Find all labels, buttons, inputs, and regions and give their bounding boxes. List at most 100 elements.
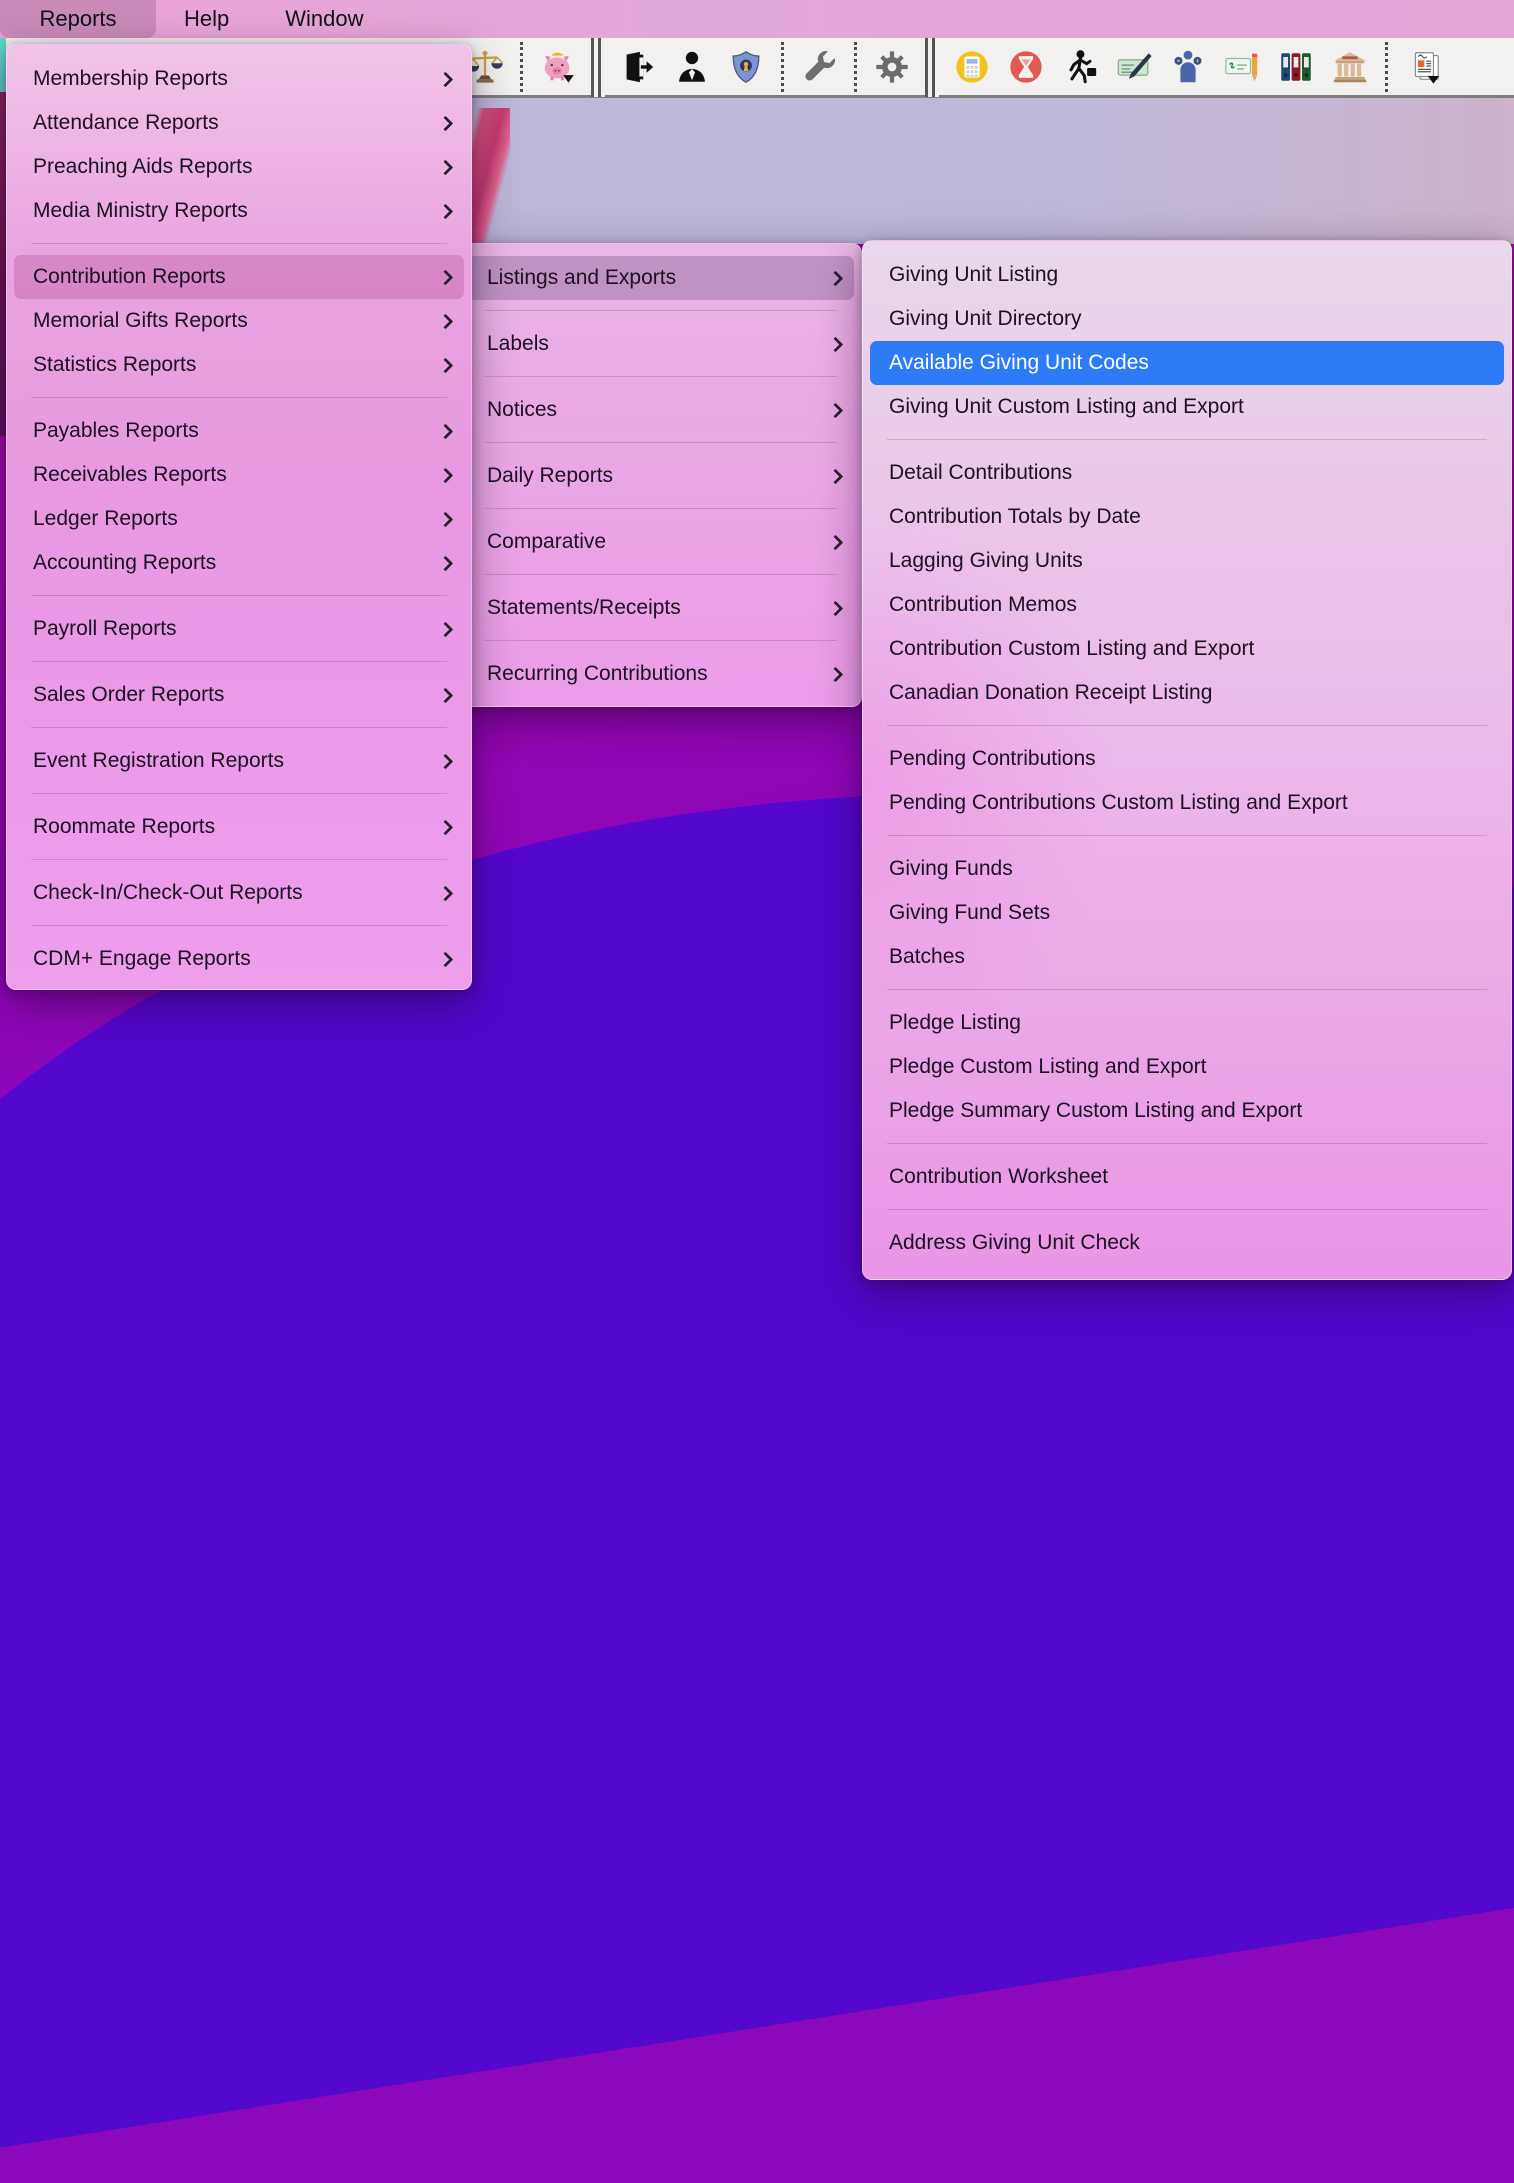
menu-item[interactable]: Pledge Custom Listing and Export: [870, 1045, 1504, 1089]
menu-item[interactable]: Address Giving Unit Check: [870, 1221, 1504, 1265]
person-money-icon[interactable]: [1169, 46, 1207, 88]
menu-item[interactable]: Labels: [468, 322, 854, 366]
menu-item[interactable]: Available Giving Unit Codes: [870, 341, 1504, 385]
menu-item[interactable]: Contribution Totals by Date: [870, 495, 1504, 539]
exit-door-icon[interactable]: [619, 46, 657, 88]
menu-item-label: Statements/Receipts: [487, 596, 681, 619]
menu-item[interactable]: Pending Contributions: [870, 737, 1504, 781]
menu-item[interactable]: Roommate Reports: [14, 805, 464, 849]
menu-item[interactable]: Membership Reports: [14, 57, 464, 101]
menu-item[interactable]: Preaching Aids Reports: [14, 145, 464, 189]
chevron-right-icon: [827, 402, 844, 418]
chevron-right-icon: [437, 753, 454, 769]
menu-item-label: Contribution Reports: [33, 265, 226, 288]
menu-item[interactable]: Contribution Custom Listing and Export: [870, 627, 1504, 671]
menu-item[interactable]: Giving Fund Sets: [870, 891, 1504, 935]
menu-separator: [887, 1143, 1487, 1144]
menu-item-label: Giving Unit Directory: [889, 307, 1082, 330]
menu-separator: [485, 574, 837, 575]
menu-item-label: Daily Reports: [487, 464, 614, 487]
menu-item[interactable]: Batches: [870, 935, 1504, 979]
menu-item[interactable]: Memorial Gifts Reports: [14, 299, 464, 343]
person-icon[interactable]: [673, 46, 711, 88]
shield-icon[interactable]: [727, 46, 765, 88]
menu-item[interactable]: Ledger Reports: [14, 497, 464, 541]
bank-icon[interactable]: [1331, 46, 1369, 88]
chevron-right-icon: [437, 819, 454, 835]
menu-item-label: Available Giving Unit Codes: [889, 351, 1149, 374]
chevron-right-icon: [437, 951, 454, 967]
chevron-right-icon: [437, 467, 454, 483]
binders-icon[interactable]: [1277, 46, 1315, 88]
menu-separator: [31, 661, 447, 662]
menu-item[interactable]: Giving Unit Custom Listing and Export: [870, 385, 1504, 429]
menu-item[interactable]: Canadian Donation Receipt Listing: [870, 671, 1504, 715]
menu-item[interactable]: Contribution Worksheet: [870, 1155, 1504, 1199]
menu-item-label: Recurring Contributions: [487, 662, 708, 685]
menu-item[interactable]: Comparative: [468, 520, 854, 564]
menu-item-label: Statistics Reports: [33, 353, 197, 376]
chevron-right-icon: [827, 534, 844, 550]
menubar-item-help[interactable]: Help: [156, 0, 257, 38]
menu-item[interactable]: Listings and Exports: [468, 256, 854, 300]
menubar-item-reports[interactable]: Reports: [0, 0, 156, 38]
menu-separator: [31, 595, 447, 596]
menu-item[interactable]: Event Registration Reports: [14, 739, 464, 783]
piggy-bank-icon[interactable]: [539, 46, 577, 88]
walking-person-icon[interactable]: [1061, 46, 1099, 88]
menu-separator: [485, 310, 837, 311]
menu-item[interactable]: Pledge Summary Custom Listing and Export: [870, 1089, 1504, 1133]
chevron-right-icon: [437, 687, 454, 703]
check-pencil-icon[interactable]: [1223, 46, 1261, 88]
menu-separator: [31, 243, 447, 244]
toolbar-separator: [854, 41, 857, 92]
menubar-item-window[interactable]: Window: [257, 0, 391, 38]
menu-item-label: Detail Contributions: [889, 461, 1073, 484]
menu-item-label: Contribution Totals by Date: [889, 505, 1141, 528]
menu-item-label: CDM+ Engage Reports: [33, 947, 251, 970]
menu-item[interactable]: Pending Contributions Custom Listing and…: [870, 781, 1504, 825]
menu-item[interactable]: CDM+ Engage Reports: [14, 937, 464, 981]
menu-item[interactable]: Check-In/Check-Out Reports: [14, 871, 464, 915]
menu-item[interactable]: Giving Unit Listing: [870, 253, 1504, 297]
menu-item[interactable]: Contribution Memos: [870, 583, 1504, 627]
menu-item[interactable]: Statements/Receipts: [468, 586, 854, 630]
menu-item-label: Contribution Worksheet: [889, 1165, 1109, 1188]
menu-item-label: Roommate Reports: [33, 815, 216, 838]
menu-item[interactable]: Media Ministry Reports: [14, 189, 464, 233]
menu-item-label: Address Giving Unit Check: [889, 1231, 1140, 1254]
menu-separator: [485, 376, 837, 377]
menu-item-label: Memorial Gifts Reports: [33, 309, 248, 332]
menu-separator: [485, 442, 837, 443]
toolbar-group-separator: [925, 36, 939, 97]
menu-item[interactable]: Notices: [468, 388, 854, 432]
chevron-right-icon: [437, 269, 454, 285]
menu-item[interactable]: Detail Contributions: [870, 451, 1504, 495]
menu-item[interactable]: Pledge Listing: [870, 1001, 1504, 1045]
calculator-icon[interactable]: [953, 46, 991, 88]
menu-item[interactable]: Sales Order Reports: [14, 673, 464, 717]
menu-item[interactable]: Recurring Contributions: [468, 652, 854, 696]
menu-item[interactable]: Receivables Reports: [14, 453, 464, 497]
menu-item[interactable]: Payroll Reports: [14, 607, 464, 651]
menu-item[interactable]: Contribution Reports: [14, 255, 464, 299]
menu-item[interactable]: Attendance Reports: [14, 101, 464, 145]
menu-item[interactable]: Lagging Giving Units: [870, 539, 1504, 583]
menu-separator: [887, 835, 1487, 836]
menu-item[interactable]: Daily Reports: [468, 454, 854, 498]
wrench-icon[interactable]: [800, 46, 838, 88]
hourglass-icon[interactable]: [1007, 46, 1045, 88]
menu-item-label: Pledge Custom Listing and Export: [889, 1055, 1207, 1078]
check-pen-icon[interactable]: [1115, 46, 1153, 88]
menu-item[interactable]: Accounting Reports: [14, 541, 464, 585]
menu-item[interactable]: Giving Unit Directory: [870, 297, 1504, 341]
document-icon[interactable]: [1404, 46, 1442, 88]
menu-item-label: Payables Reports: [33, 419, 199, 442]
menu-item[interactable]: Giving Funds: [870, 847, 1504, 891]
toolbar-separator: [781, 41, 784, 92]
menu-item[interactable]: Statistics Reports: [14, 343, 464, 387]
menu-separator: [31, 925, 447, 926]
reports-menu: Membership Reports Attendance Reports Pr…: [6, 44, 472, 990]
gear-icon[interactable]: [873, 46, 911, 88]
menu-item[interactable]: Payables Reports: [14, 409, 464, 453]
